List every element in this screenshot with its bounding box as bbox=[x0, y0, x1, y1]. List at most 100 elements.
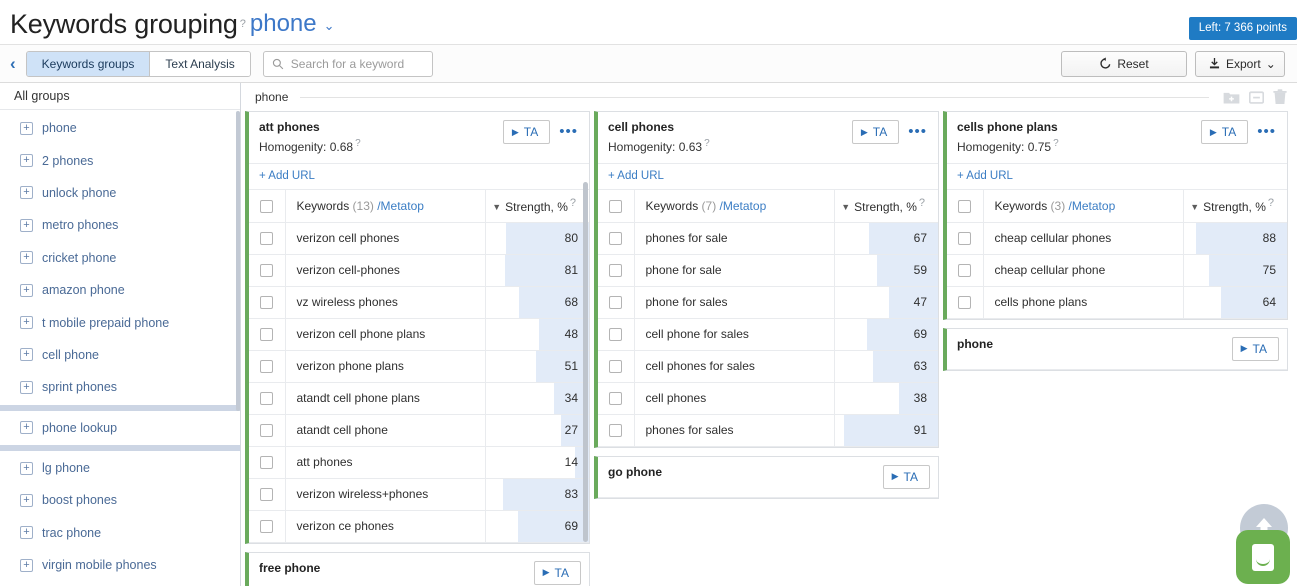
sidebar-item-virgin-mobile-phones[interactable]: + virgin mobile phones bbox=[0, 549, 240, 581]
row-checkbox[interactable] bbox=[260, 264, 274, 278]
table-row[interactable]: cells phone plans 64 bbox=[947, 286, 1287, 319]
row-checkbox[interactable] bbox=[260, 392, 274, 406]
back-chevron-icon[interactable]: ‹ bbox=[10, 55, 16, 72]
select-all-checkbox[interactable] bbox=[609, 199, 623, 213]
row-checkbox[interactable] bbox=[260, 520, 274, 534]
expand-plus-icon[interactable]: + bbox=[20, 186, 33, 200]
sidebar-item-sprint-phones[interactable]: + sprint phones bbox=[0, 371, 240, 403]
export-button[interactable]: Export ⌄ bbox=[1195, 50, 1285, 77]
row-checkbox[interactable] bbox=[609, 424, 623, 438]
sidebar-item-2-phones[interactable]: +2 phones bbox=[0, 144, 240, 176]
sidebar-item-lg-phone[interactable]: + lg phone bbox=[0, 452, 240, 484]
table-row[interactable]: phone for sale 59 bbox=[598, 254, 938, 287]
row-checkbox[interactable] bbox=[609, 328, 623, 342]
row-checkbox[interactable] bbox=[260, 296, 274, 310]
table-row[interactable]: phones for sale 67 bbox=[598, 222, 938, 255]
homogeneity-help-icon[interactable]: ? bbox=[1053, 138, 1059, 149]
row-checkbox[interactable] bbox=[609, 264, 623, 278]
sort-desc-icon[interactable]: ▼ bbox=[492, 202, 501, 212]
row-checkbox[interactable] bbox=[260, 456, 274, 470]
row-checkbox[interactable] bbox=[260, 424, 274, 438]
tab-keywords-groups[interactable]: Keywords groups bbox=[26, 51, 151, 76]
expand-plus-icon[interactable]: + bbox=[20, 461, 33, 475]
expand-plus-icon[interactable]: + bbox=[20, 348, 33, 362]
strength-help-icon[interactable]: ? bbox=[919, 197, 925, 209]
strength-column-header[interactable]: ▼ Strength, %? bbox=[833, 190, 938, 223]
strength-column-header[interactable]: ▼ Strength, %? bbox=[1182, 190, 1287, 223]
sidebar-item-metro-phones[interactable]: + metro phones bbox=[0, 209, 240, 241]
project-selector[interactable]: phone bbox=[250, 10, 317, 38]
sort-desc-icon[interactable]: ▼ bbox=[1190, 202, 1199, 212]
table-row[interactable]: cell phone for sales 69 bbox=[598, 318, 938, 351]
sidebar-item-cricket-phone[interactable]: + cricket phone bbox=[0, 242, 240, 274]
card-more-icon[interactable]: ••• bbox=[556, 124, 581, 139]
row-checkbox[interactable] bbox=[609, 360, 623, 374]
expand-plus-icon[interactable]: + bbox=[20, 526, 33, 540]
row-checkbox[interactable] bbox=[260, 488, 274, 502]
table-row[interactable]: verizon ce phones 69 bbox=[249, 510, 589, 543]
metatop-link[interactable]: /Metatop bbox=[1069, 199, 1116, 213]
trash-icon[interactable] bbox=[1273, 89, 1287, 105]
ta-button[interactable]: ▶ TA bbox=[1231, 336, 1279, 361]
keywords-column-header[interactable]: Keywords (7) /Metatop bbox=[634, 190, 834, 223]
title-help-icon[interactable]: ? bbox=[240, 18, 246, 30]
collapse-box-icon[interactable] bbox=[1249, 90, 1264, 105]
expand-plus-icon[interactable]: + bbox=[20, 380, 33, 394]
homogeneity-help-icon[interactable]: ? bbox=[355, 138, 361, 149]
expand-plus-icon[interactable]: + bbox=[20, 218, 33, 232]
table-row[interactable]: att phones 14 bbox=[249, 446, 589, 479]
table-row[interactable]: phone for sales 47 bbox=[598, 286, 938, 319]
expand-plus-icon[interactable]: + bbox=[20, 121, 33, 135]
homogeneity-help-icon[interactable]: ? bbox=[704, 138, 710, 149]
sidebar-item-cell-phone[interactable]: + cell phone bbox=[0, 339, 240, 371]
search-box[interactable] bbox=[262, 50, 433, 77]
expand-plus-icon[interactable]: + bbox=[20, 421, 33, 435]
strength-help-icon[interactable]: ? bbox=[1268, 197, 1274, 209]
expand-plus-icon[interactable]: + bbox=[20, 316, 33, 330]
add-url-link[interactable]: + Add URL bbox=[947, 164, 1287, 190]
table-row[interactable]: verizon phone plans 51 bbox=[249, 350, 589, 383]
strength-column-header[interactable]: ▼ Strength, %? bbox=[484, 190, 589, 223]
reset-button[interactable]: Reset bbox=[1061, 50, 1187, 77]
row-checkbox[interactable] bbox=[958, 264, 972, 278]
row-checkbox[interactable] bbox=[260, 328, 274, 342]
add-url-link[interactable]: + Add URL bbox=[249, 164, 589, 190]
ta-button[interactable]: ▶ TA bbox=[1200, 120, 1249, 144]
metatop-link[interactable]: /Metatop bbox=[720, 199, 767, 213]
sidebar-item-trac-phone[interactable]: + trac phone bbox=[0, 517, 240, 549]
sidebar-item-amazon-phone[interactable]: + amazon phone bbox=[0, 274, 240, 306]
row-checkbox[interactable] bbox=[260, 360, 274, 374]
table-row[interactable]: cheap cellular phone 75 bbox=[947, 254, 1287, 287]
search-input[interactable] bbox=[290, 56, 424, 71]
add-url-link[interactable]: + Add URL bbox=[598, 164, 938, 190]
sidebar-item-boost-phones[interactable]: + boost phones bbox=[0, 484, 240, 516]
table-row[interactable]: atandt cell phone plans 34 bbox=[249, 382, 589, 415]
table-row[interactable]: phones for sales 91 bbox=[598, 414, 938, 447]
expand-plus-icon[interactable]: + bbox=[20, 251, 33, 265]
expand-plus-icon[interactable]: + bbox=[20, 493, 33, 507]
row-checkbox[interactable] bbox=[958, 296, 972, 310]
expand-plus-icon[interactable]: + bbox=[20, 283, 33, 297]
select-all-checkbox[interactable] bbox=[260, 199, 274, 213]
export-chevron-down-icon[interactable]: ⌄ bbox=[1266, 57, 1276, 71]
ta-button[interactable]: ▶ TA bbox=[851, 120, 900, 144]
strength-help-icon[interactable]: ? bbox=[570, 197, 576, 209]
row-checkbox[interactable] bbox=[958, 232, 972, 246]
sidebar-item-phone[interactable]: + phone bbox=[0, 112, 240, 144]
card-more-icon[interactable]: ••• bbox=[1254, 124, 1279, 139]
sidebar-item-unlock-phone[interactable]: + unlock phone bbox=[0, 177, 240, 209]
table-row[interactable]: verizon wireless+phones 83 bbox=[249, 478, 589, 511]
table-row[interactable]: verizon cell phone plans 48 bbox=[249, 318, 589, 351]
table-row[interactable]: vz wireless phones 68 bbox=[249, 286, 589, 319]
table-row[interactable]: atandt cell phone 27 bbox=[249, 414, 589, 447]
table-row[interactable]: verizon cell-phones 81 bbox=[249, 254, 589, 287]
card-scrollbar[interactable] bbox=[583, 182, 588, 542]
row-checkbox[interactable] bbox=[609, 232, 623, 246]
select-all-checkbox[interactable] bbox=[958, 199, 972, 213]
keywords-column-header[interactable]: Keywords (13) /Metatop bbox=[285, 190, 485, 223]
ta-button[interactable]: ▶ TA bbox=[882, 464, 930, 489]
expand-plus-icon[interactable]: + bbox=[20, 558, 33, 572]
add-folder-icon[interactable] bbox=[1223, 90, 1240, 105]
sidebar-scrollbar[interactable] bbox=[236, 111, 240, 411]
table-row[interactable]: cell phones for sales 63 bbox=[598, 350, 938, 383]
